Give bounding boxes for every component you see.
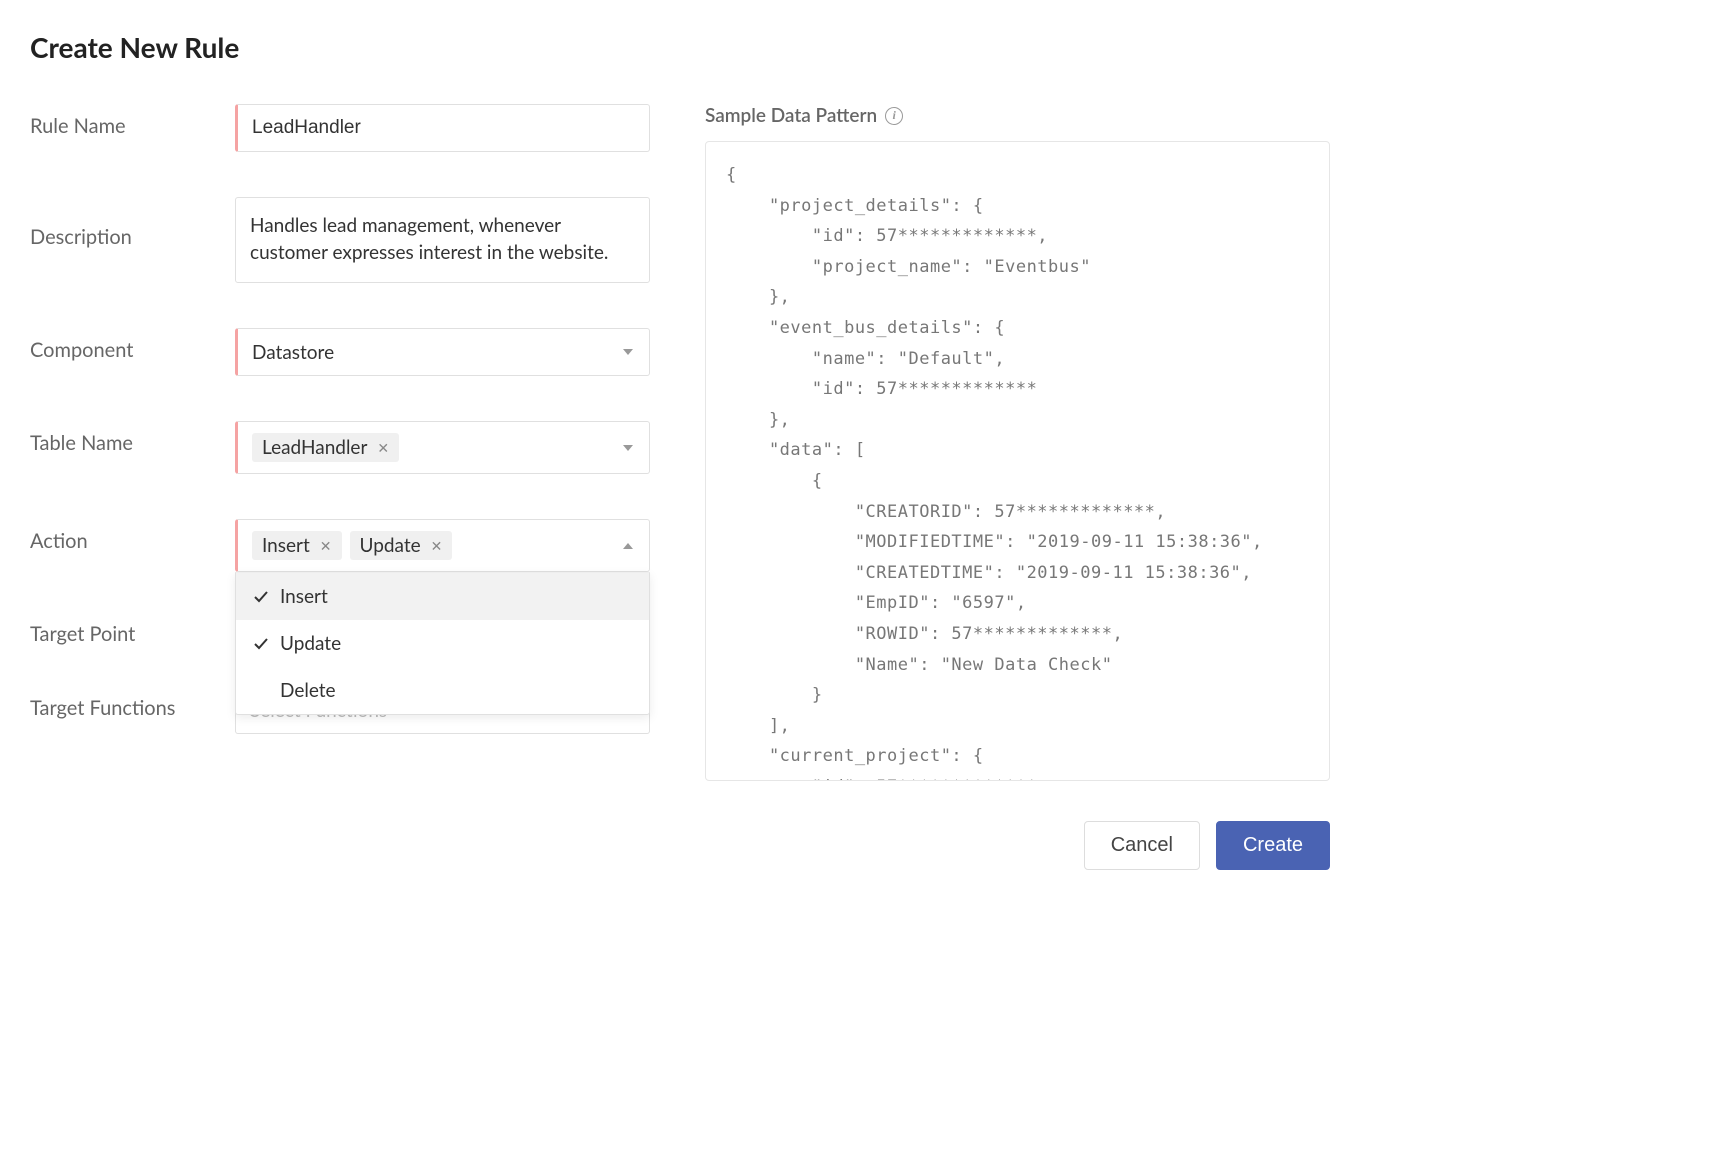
chip-label: Insert	[262, 534, 310, 557]
option-label: Delete	[280, 679, 336, 702]
action-select[interactable]: Insert ✕ Update ✕	[235, 519, 650, 572]
check-icon	[254, 591, 270, 603]
rule-name-label: Rule Name	[30, 104, 235, 138]
action-option-update[interactable]: Update	[236, 620, 649, 667]
cancel-button[interactable]: Cancel	[1084, 821, 1200, 870]
target-functions-label: Target Functions	[30, 686, 235, 720]
rule-name-field[interactable]	[235, 104, 650, 152]
chip-remove-icon[interactable]: ✕	[375, 439, 391, 457]
table-name-label: Table Name	[30, 421, 235, 455]
sample-header-text: Sample Data Pattern	[705, 104, 877, 127]
description-input[interactable]: Handles lead management, whenever custom…	[250, 213, 635, 266]
action-chip-update: Update ✕	[350, 531, 453, 560]
component-label: Component	[30, 328, 235, 362]
table-name-select[interactable]: LeadHandler ✕	[235, 421, 650, 474]
component-selected-value: Datastore	[252, 341, 334, 364]
footer-actions: Cancel Create	[30, 821, 1330, 870]
option-label: Update	[280, 632, 341, 655]
component-select[interactable]: Datastore	[235, 328, 650, 376]
check-icon	[254, 638, 270, 650]
table-name-chip: LeadHandler ✕	[252, 433, 399, 462]
action-label: Action	[30, 519, 235, 553]
chip-remove-icon[interactable]: ✕	[429, 537, 445, 555]
page-title: Create New Rule	[30, 30, 1330, 64]
sample-panel: Sample Data Pattern i { "project_details…	[705, 104, 1330, 781]
chevron-up-icon	[623, 543, 633, 549]
form-panel: Rule Name Description Handles lead manag…	[30, 104, 650, 781]
rule-name-input[interactable]	[252, 117, 635, 139]
chevron-down-icon	[623, 349, 633, 355]
chip-remove-icon[interactable]: ✕	[318, 537, 334, 555]
description-label: Description	[30, 197, 235, 249]
description-field[interactable]: Handles lead management, whenever custom…	[235, 197, 650, 283]
chevron-down-icon	[623, 445, 633, 451]
chip-label: Update	[360, 534, 421, 557]
action-option-delete[interactable]: Delete	[236, 667, 649, 714]
target-point-label: Target Point	[30, 612, 235, 646]
sample-code-box: { "project_details": { "id": 57*********…	[705, 141, 1330, 781]
action-dropdown-list: Insert Update Delete	[235, 572, 650, 715]
action-option-insert[interactable]: Insert	[236, 573, 649, 620]
option-label: Insert	[280, 585, 328, 608]
action-chip-insert: Insert ✕	[252, 531, 342, 560]
info-icon[interactable]: i	[885, 107, 903, 125]
chip-label: LeadHandler	[262, 436, 367, 459]
create-button[interactable]: Create	[1216, 821, 1330, 870]
